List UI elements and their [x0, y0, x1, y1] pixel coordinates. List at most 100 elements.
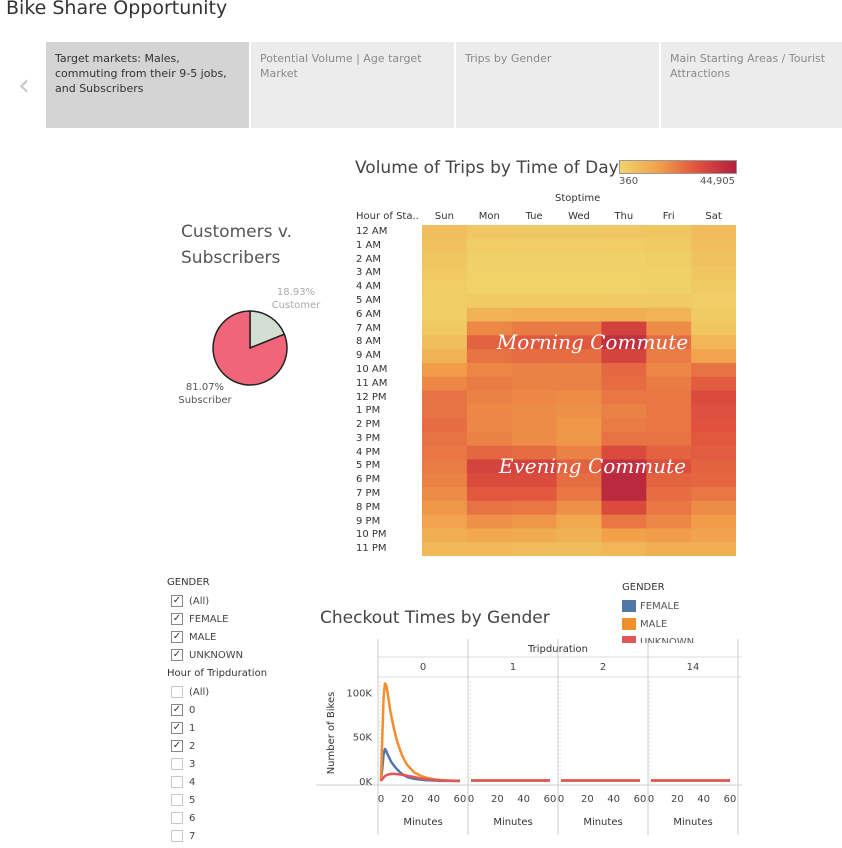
heatmap-cell[interactable] [691, 349, 736, 364]
heatmap-cell[interactable] [691, 307, 736, 323]
heatmap-cell[interactable] [556, 280, 602, 295]
heatmap-cell[interactable] [556, 487, 602, 502]
heatmap-cell[interactable] [466, 252, 513, 267]
heatmap-cell[interactable] [691, 335, 736, 350]
heatmap-cell[interactable] [691, 225, 736, 240]
checkbox[interactable]: ✓ [171, 722, 183, 734]
heatmap-cell[interactable] [422, 473, 468, 488]
heatmap-cell[interactable] [422, 418, 468, 433]
heatmap-cell[interactable] [422, 293, 468, 309]
checkbox[interactable] [171, 758, 183, 770]
heatmap-cell[interactable] [646, 487, 692, 502]
heatmap-cell[interactable] [511, 528, 558, 543]
series-line-male[interactable] [379, 682, 461, 783]
heatmap-cell[interactable] [601, 225, 647, 240]
heatmap-cell[interactable] [466, 487, 513, 502]
heatmap-cell[interactable] [691, 473, 736, 488]
checkbox[interactable]: ✓ [171, 631, 183, 643]
heatmap-cell[interactable] [511, 238, 558, 254]
chevron-left-icon[interactable]: ‹ [18, 68, 30, 103]
heatmap-cell[interactable] [646, 500, 692, 516]
hour-filter-option[interactable]: ✓ 1 [171, 719, 209, 737]
heatmap-cell[interactable] [601, 252, 647, 267]
gender-filter-option[interactable]: ✓ MALE [171, 628, 243, 646]
heatmap-cell[interactable] [422, 390, 468, 405]
heatmap-cell[interactable] [601, 280, 647, 295]
heatmap-cell[interactable] [556, 418, 602, 433]
heatmap-cell[interactable] [646, 252, 692, 267]
heatmap-cell[interactable] [646, 418, 692, 433]
gender-filter-option[interactable]: ✓ FEMALE [171, 610, 243, 628]
checkbox[interactable] [171, 830, 183, 842]
heatmap-cell[interactable] [691, 487, 736, 502]
heatmap-cell[interactable] [691, 252, 736, 267]
heatmap-cell[interactable] [646, 266, 692, 281]
heatmap-cell[interactable] [466, 542, 513, 556]
checkbox[interactable] [171, 812, 183, 824]
heatmap-cell[interactable] [422, 321, 468, 336]
heatmap-cell[interactable] [511, 280, 558, 295]
heatmap-cell[interactable] [691, 431, 736, 447]
heatmap-cell[interactable] [601, 500, 647, 516]
heatmap-cell[interactable] [511, 487, 558, 502]
heatmap-cell[interactable] [691, 418, 736, 433]
story-tab-1[interactable]: Target markets: Males, commuting from th… [46, 42, 249, 128]
gender-legend-item[interactable]: FEMALE [622, 597, 722, 615]
heatmap-cell[interactable] [691, 404, 736, 419]
heatmap-cell[interactable] [511, 307, 558, 323]
heatmap-cell[interactable] [556, 376, 602, 391]
line-chart[interactable]: TripdurationNumber of Bikes0K50K100K00 20… [316, 635, 742, 835]
heatmap-cell[interactable] [556, 542, 602, 556]
heatmap-cell[interactable] [466, 225, 513, 240]
heatmap-cell[interactable] [556, 225, 602, 240]
heatmap-cell[interactable] [601, 362, 647, 378]
heatmap-cell[interactable] [556, 390, 602, 405]
heatmap-cell[interactable] [422, 252, 468, 267]
heatmap-cell[interactable] [422, 487, 468, 502]
hour-filter-option[interactable]: 6 [171, 809, 209, 827]
heatmap-cell[interactable] [601, 487, 647, 502]
heatmap-cell[interactable] [691, 280, 736, 295]
heatmap-cell[interactable] [646, 362, 692, 378]
heatmap-cell[interactable] [466, 390, 513, 405]
heatmap-cell[interactable] [466, 307, 513, 323]
heatmap-cell[interactable] [601, 418, 647, 433]
heatmap-cell[interactable] [646, 404, 692, 419]
heatmap-cell[interactable] [466, 266, 513, 281]
heatmap-cell[interactable] [646, 390, 692, 405]
heatmap-cell[interactable] [691, 459, 736, 474]
heatmap-cell[interactable] [511, 376, 558, 391]
heatmap-cell[interactable] [422, 459, 468, 474]
heatmap-cell[interactable] [601, 431, 647, 447]
heatmap-cell[interactable] [422, 445, 468, 460]
heatmap-cell[interactable] [601, 293, 647, 309]
gender-filter-option[interactable]: ✓ (All) [171, 592, 243, 610]
heatmap-cell[interactable] [511, 542, 558, 556]
heatmap-cell[interactable] [646, 238, 692, 254]
heatmap-cell[interactable] [691, 376, 736, 391]
story-tab-3[interactable]: Trips by Gender [456, 42, 659, 128]
heatmap-cell[interactable] [556, 362, 602, 378]
heatmap-cell[interactable] [511, 431, 558, 447]
hour-filter-option[interactable]: ✓ 0 [171, 701, 209, 719]
checkbox[interactable]: ✓ [171, 595, 183, 607]
heatmap-cell[interactable] [646, 293, 692, 309]
heatmap-cell[interactable] [691, 528, 736, 543]
checkbox[interactable] [171, 686, 183, 698]
heatmap-cell[interactable] [422, 238, 468, 254]
heatmap-cell[interactable] [466, 404, 513, 419]
heatmap-cell[interactable] [511, 362, 558, 378]
heatmap-cell[interactable] [691, 238, 736, 254]
hour-filter-option[interactable]: ✓ 2 [171, 737, 209, 755]
heatmap-cell[interactable] [646, 307, 692, 323]
heatmap-cell[interactable] [646, 225, 692, 240]
heatmap-grid[interactable]: Morning Commute Evening Commute [422, 225, 736, 556]
checkbox[interactable]: ✓ [171, 613, 183, 625]
heatmap-cell[interactable] [601, 514, 647, 529]
heatmap-cell[interactable] [601, 307, 647, 323]
heatmap-cell[interactable] [691, 445, 736, 460]
heatmap-cell[interactable] [691, 542, 736, 556]
heatmap-cell[interactable] [422, 542, 468, 556]
heatmap-cell[interactable] [511, 252, 558, 267]
heatmap-cell[interactable] [422, 528, 468, 543]
